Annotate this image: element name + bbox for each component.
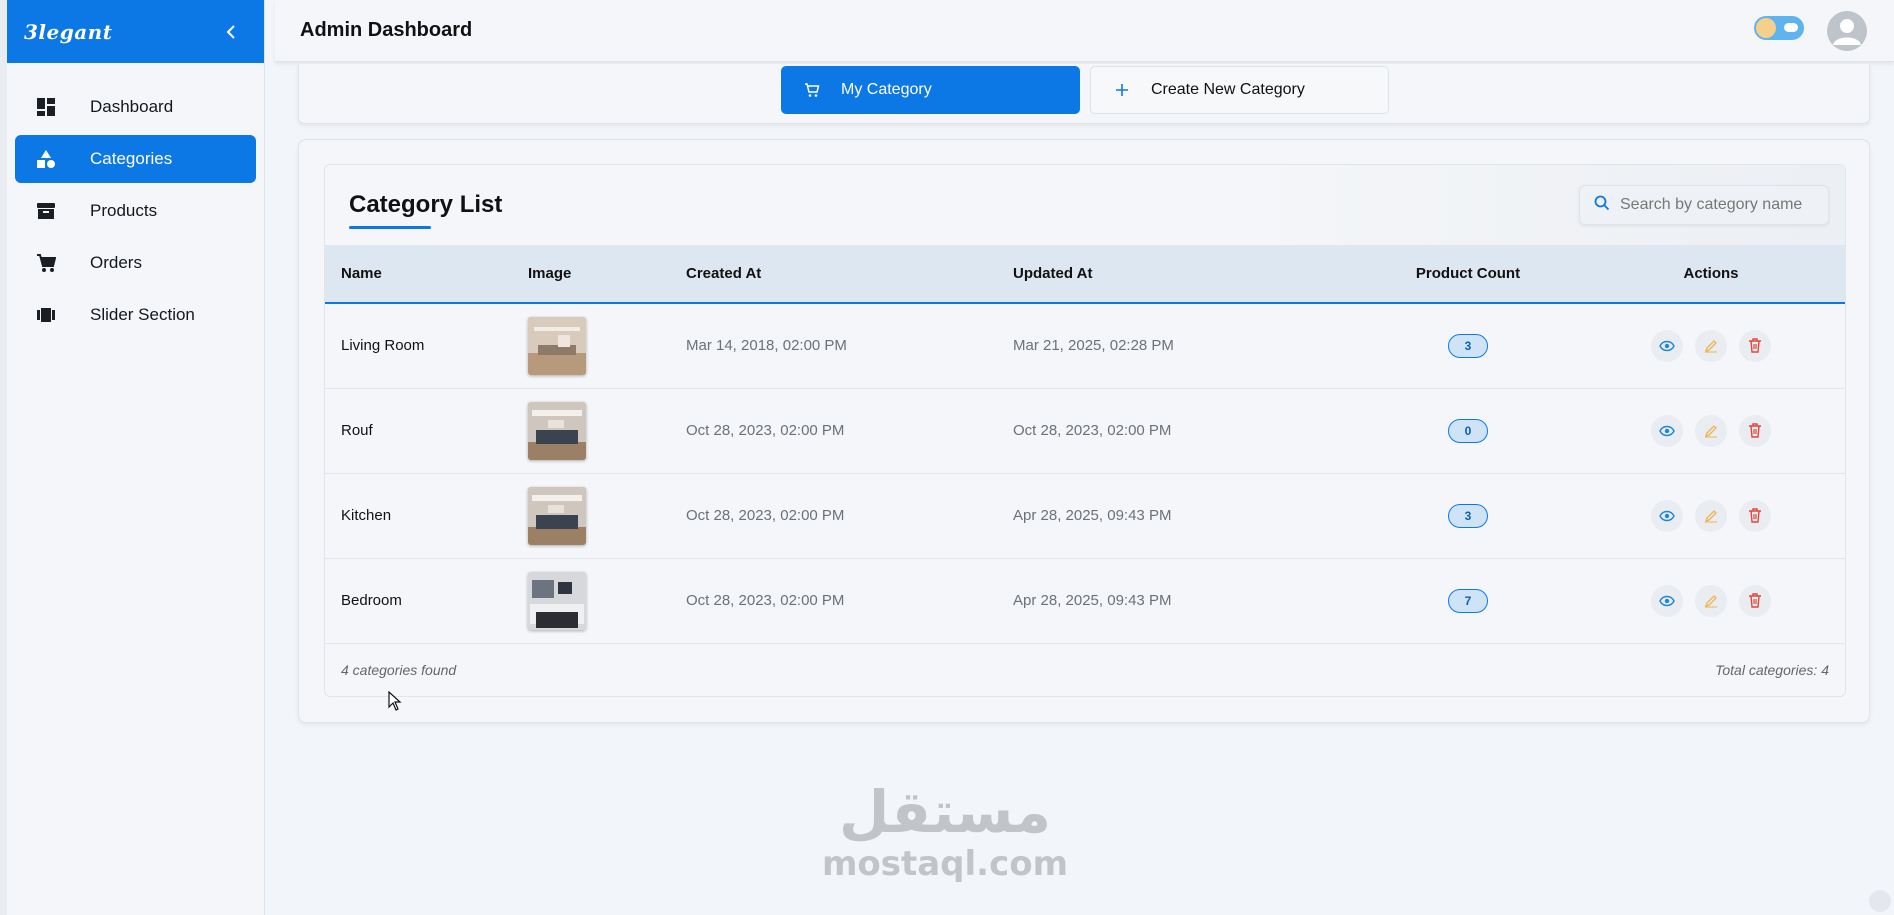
tab-my-category-label: My Category [841, 81, 932, 98]
column-header-name[interactable]: Name [325, 245, 528, 303]
category-tabs: My Category Create New Category [298, 64, 1870, 124]
category-thumbnail[interactable] [528, 571, 586, 630]
table-row: Kitchen Oct 28, 2023, 02:00 PM Apr 28, 2… [325, 473, 1845, 558]
category-name: Rouf [341, 422, 373, 439]
updated-at: Oct 28, 2023, 02:00 PM [1013, 422, 1172, 439]
plus-icon [1113, 81, 1131, 99]
category-list-card: Category List Name Image Created At Upda… [324, 164, 1846, 697]
sidebar-item-label: Orders [90, 253, 142, 272]
sidebar-item-label: Products [90, 201, 158, 220]
theme-toggle[interactable] [1754, 16, 1804, 40]
table-header-row: Name Image Created At Updated At Product… [325, 245, 1845, 303]
category-list-footer: 4 categories found Total categories: 4 [325, 644, 1845, 696]
sidebar-item-slider-section[interactable]: Slider Section [15, 291, 256, 339]
updated-at: Apr 28, 2025, 09:43 PM [1013, 507, 1172, 524]
delete-trash-icon[interactable] [1739, 584, 1771, 617]
product-count-badge: 3 [1448, 503, 1488, 528]
column-header-created-at[interactable]: Created At [686, 245, 1013, 303]
sidebar-item-products[interactable]: Products [15, 187, 256, 235]
title-underline [349, 226, 431, 229]
delete-trash-icon[interactable] [1739, 414, 1771, 447]
view-eye-icon[interactable] [1651, 584, 1683, 617]
mouse-cursor-icon [388, 690, 402, 716]
watermark-latin: mostaql.com [821, 844, 1069, 884]
archive-box-icon [35, 200, 57, 222]
category-thumbnail[interactable] [528, 486, 586, 545]
created-at: Oct 28, 2023, 02:00 PM [686, 422, 845, 439]
column-header-updated-at[interactable]: Updated At [1013, 245, 1359, 303]
sidebar-item-label: Slider Section [90, 305, 195, 324]
category-list-header: Category List [325, 165, 1845, 245]
column-header-actions: Actions [1683, 265, 1739, 282]
category-thumbnail[interactable] [528, 316, 586, 375]
sidebar-item-label: Categories [90, 149, 173, 168]
total-categories-text: Total categories: 4 [1715, 662, 1829, 678]
category-thumbnail[interactable] [528, 401, 586, 460]
edit-pencil-icon[interactable] [1695, 499, 1727, 532]
table-row: Living Room Mar 14, 2018, 02:00 PM Mar 2… [325, 303, 1845, 388]
column-header-image: Image [528, 265, 572, 282]
mostaql-watermark: مستقل mostaql.com [815, 780, 1075, 900]
category-table: Name Image Created At Updated At Product… [325, 245, 1845, 644]
cart-outline-icon [803, 81, 821, 99]
view-eye-icon[interactable] [1651, 329, 1683, 362]
watermark-arabic: مستقل [838, 778, 1052, 846]
sidebar-item-dashboard[interactable]: Dashboard [15, 83, 256, 131]
brand-logo[interactable]: 3legant [24, 20, 112, 44]
category-name: Living Room [341, 337, 425, 355]
tab-my-category[interactable]: My Category [781, 66, 1080, 114]
sidebar-nav: Dashboard Categories Products Orders Sli… [7, 63, 264, 339]
updated-at: Mar 21, 2025, 02:28 PM [1013, 337, 1174, 355]
page-title: Admin Dashboard [300, 19, 473, 41]
sidebar-item-label: Dashboard [90, 97, 174, 116]
category-name: Kitchen [341, 507, 392, 524]
updated-at: Apr 28, 2025, 09:43 PM [1013, 592, 1172, 609]
delete-trash-icon[interactable] [1739, 499, 1771, 532]
user-avatar-icon[interactable] [1827, 11, 1867, 51]
main-content-card: Category List Name Image Created At Upda… [298, 139, 1870, 723]
product-count-badge: 7 [1448, 588, 1488, 613]
table-row: Rouf Oct 28, 2023, 02:00 PM Oct 28, 2023… [325, 388, 1845, 473]
categories-found-text: 4 categories found [341, 662, 457, 678]
view-eye-icon[interactable] [1651, 414, 1683, 447]
chevron-left-icon[interactable] [220, 21, 242, 43]
product-count-badge: 3 [1448, 333, 1488, 358]
search-icon [1594, 195, 1610, 216]
sun-icon [1756, 18, 1776, 38]
search-box[interactable] [1579, 185, 1829, 225]
edit-pencil-icon[interactable] [1695, 329, 1727, 362]
created-at: Mar 14, 2018, 02:00 PM [686, 337, 847, 355]
created-at: Oct 28, 2023, 02:00 PM [686, 507, 845, 524]
sidebar-brand-bar: 3legant [7, 0, 264, 63]
category-list-title: Category List [349, 191, 503, 218]
sidebar-item-categories[interactable]: Categories [15, 135, 256, 183]
categories-icon [35, 148, 57, 170]
created-at: Oct 28, 2023, 02:00 PM [686, 592, 845, 609]
top-header: Admin Dashboard [275, 0, 1894, 62]
sidebar: 3legant Dashboard Categories Products Or… [7, 0, 265, 915]
view-eye-icon[interactable] [1651, 499, 1683, 532]
product-count-badge: 0 [1448, 418, 1488, 443]
dashboard-icon [35, 96, 57, 118]
table-row: Bedroom Oct 28, 2023, 02:00 PM Apr 28, 2… [325, 558, 1845, 643]
edit-pencil-icon[interactable] [1695, 584, 1727, 617]
category-name: Bedroom [341, 592, 402, 609]
search-input[interactable] [1620, 196, 1820, 214]
tab-create-new-category[interactable]: Create New Category [1090, 66, 1389, 114]
sidebar-item-orders[interactable]: Orders [15, 239, 256, 287]
delete-trash-icon[interactable] [1739, 329, 1771, 362]
cart-icon [35, 252, 57, 274]
tab-create-new-label: Create New Category [1151, 81, 1305, 98]
window-edge [0, 0, 7, 915]
globe-icon[interactable] [1869, 890, 1891, 912]
slider-icon [35, 304, 57, 326]
edit-pencil-icon[interactable] [1695, 414, 1727, 447]
column-header-product-count[interactable]: Product Count [1359, 245, 1577, 303]
cloud-icon [1784, 23, 1798, 32]
